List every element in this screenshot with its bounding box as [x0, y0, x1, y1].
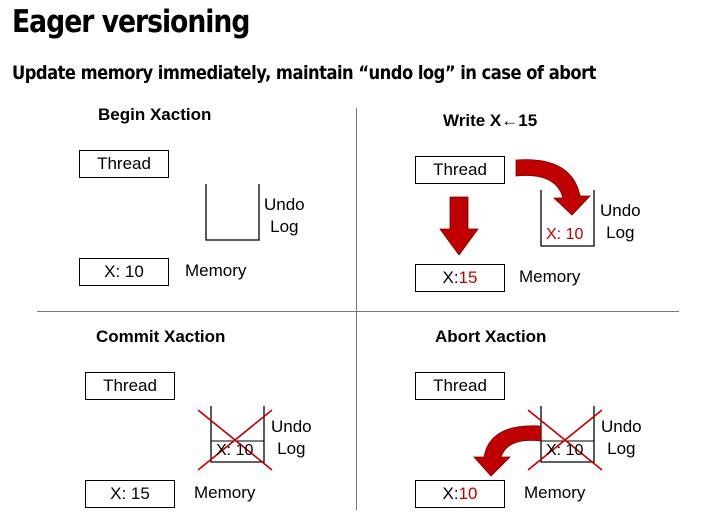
undo-label-line2: Log — [277, 439, 306, 458]
undo-entry-write: X: 10 — [546, 226, 583, 244]
memory-label-abort: Memory — [524, 483, 586, 502]
memory-box-commit: X: 15 — [85, 480, 175, 508]
undo-log-bucket-begin — [205, 184, 260, 241]
undo-label-line1: Undo — [601, 417, 642, 436]
undo-log-label-commit: Undo Log — [271, 416, 312, 460]
thread-box-write: Thread — [415, 156, 505, 184]
memory-label-commit: Memory — [194, 483, 256, 502]
memory-prefix: X: — [442, 268, 459, 287]
memory-box-write: X: 15 — [415, 264, 505, 292]
undo-label-line1: Undo — [271, 417, 312, 436]
memory-box-abort: X: 10 — [415, 480, 505, 508]
panel-heading-commit: Commit Xaction — [96, 327, 226, 346]
thread-box-begin: Thread — [79, 150, 169, 178]
thread-box-abort: Thread — [415, 372, 505, 400]
undo-entry-commit: X: 10 — [216, 442, 254, 459]
panel-heading-write: Write X←15 — [443, 111, 538, 130]
undo-label-line2: Log — [270, 217, 299, 236]
panel-heading-abort: Abort Xaction — [435, 327, 547, 346]
down-arrow-write — [439, 196, 479, 256]
undo-entry-value: 10 — [565, 226, 584, 243]
memory-prefix: X: — [442, 484, 459, 503]
undo-label-line2: Log — [606, 223, 635, 242]
undo-label-line1: Undo — [600, 201, 641, 220]
undo-entry-abort: X: 10 — [546, 442, 584, 459]
memory-new-value: 15 — [458, 268, 478, 287]
undo-log-label-write: Undo Log — [600, 200, 641, 244]
curved-arrow-write — [515, 159, 591, 216]
thread-box-commit: Thread — [85, 372, 175, 400]
undo-label-line1: Undo — [264, 195, 305, 214]
memory-label-begin: Memory — [185, 261, 247, 280]
undo-log-label-begin: Undo Log — [264, 194, 305, 238]
panel-heading-begin: Begin Xaction — [98, 105, 212, 124]
undo-label-line2: Log — [607, 439, 636, 458]
diagram-graphics — [197, 159, 603, 477]
undo-log-label-abort: Undo Log — [601, 416, 642, 460]
memory-label-write: Memory — [519, 267, 581, 286]
undo-entry-prefix: X: — [546, 226, 566, 243]
memory-box-begin: X: 10 — [79, 258, 169, 286]
memory-restored-value: 10 — [458, 484, 478, 503]
